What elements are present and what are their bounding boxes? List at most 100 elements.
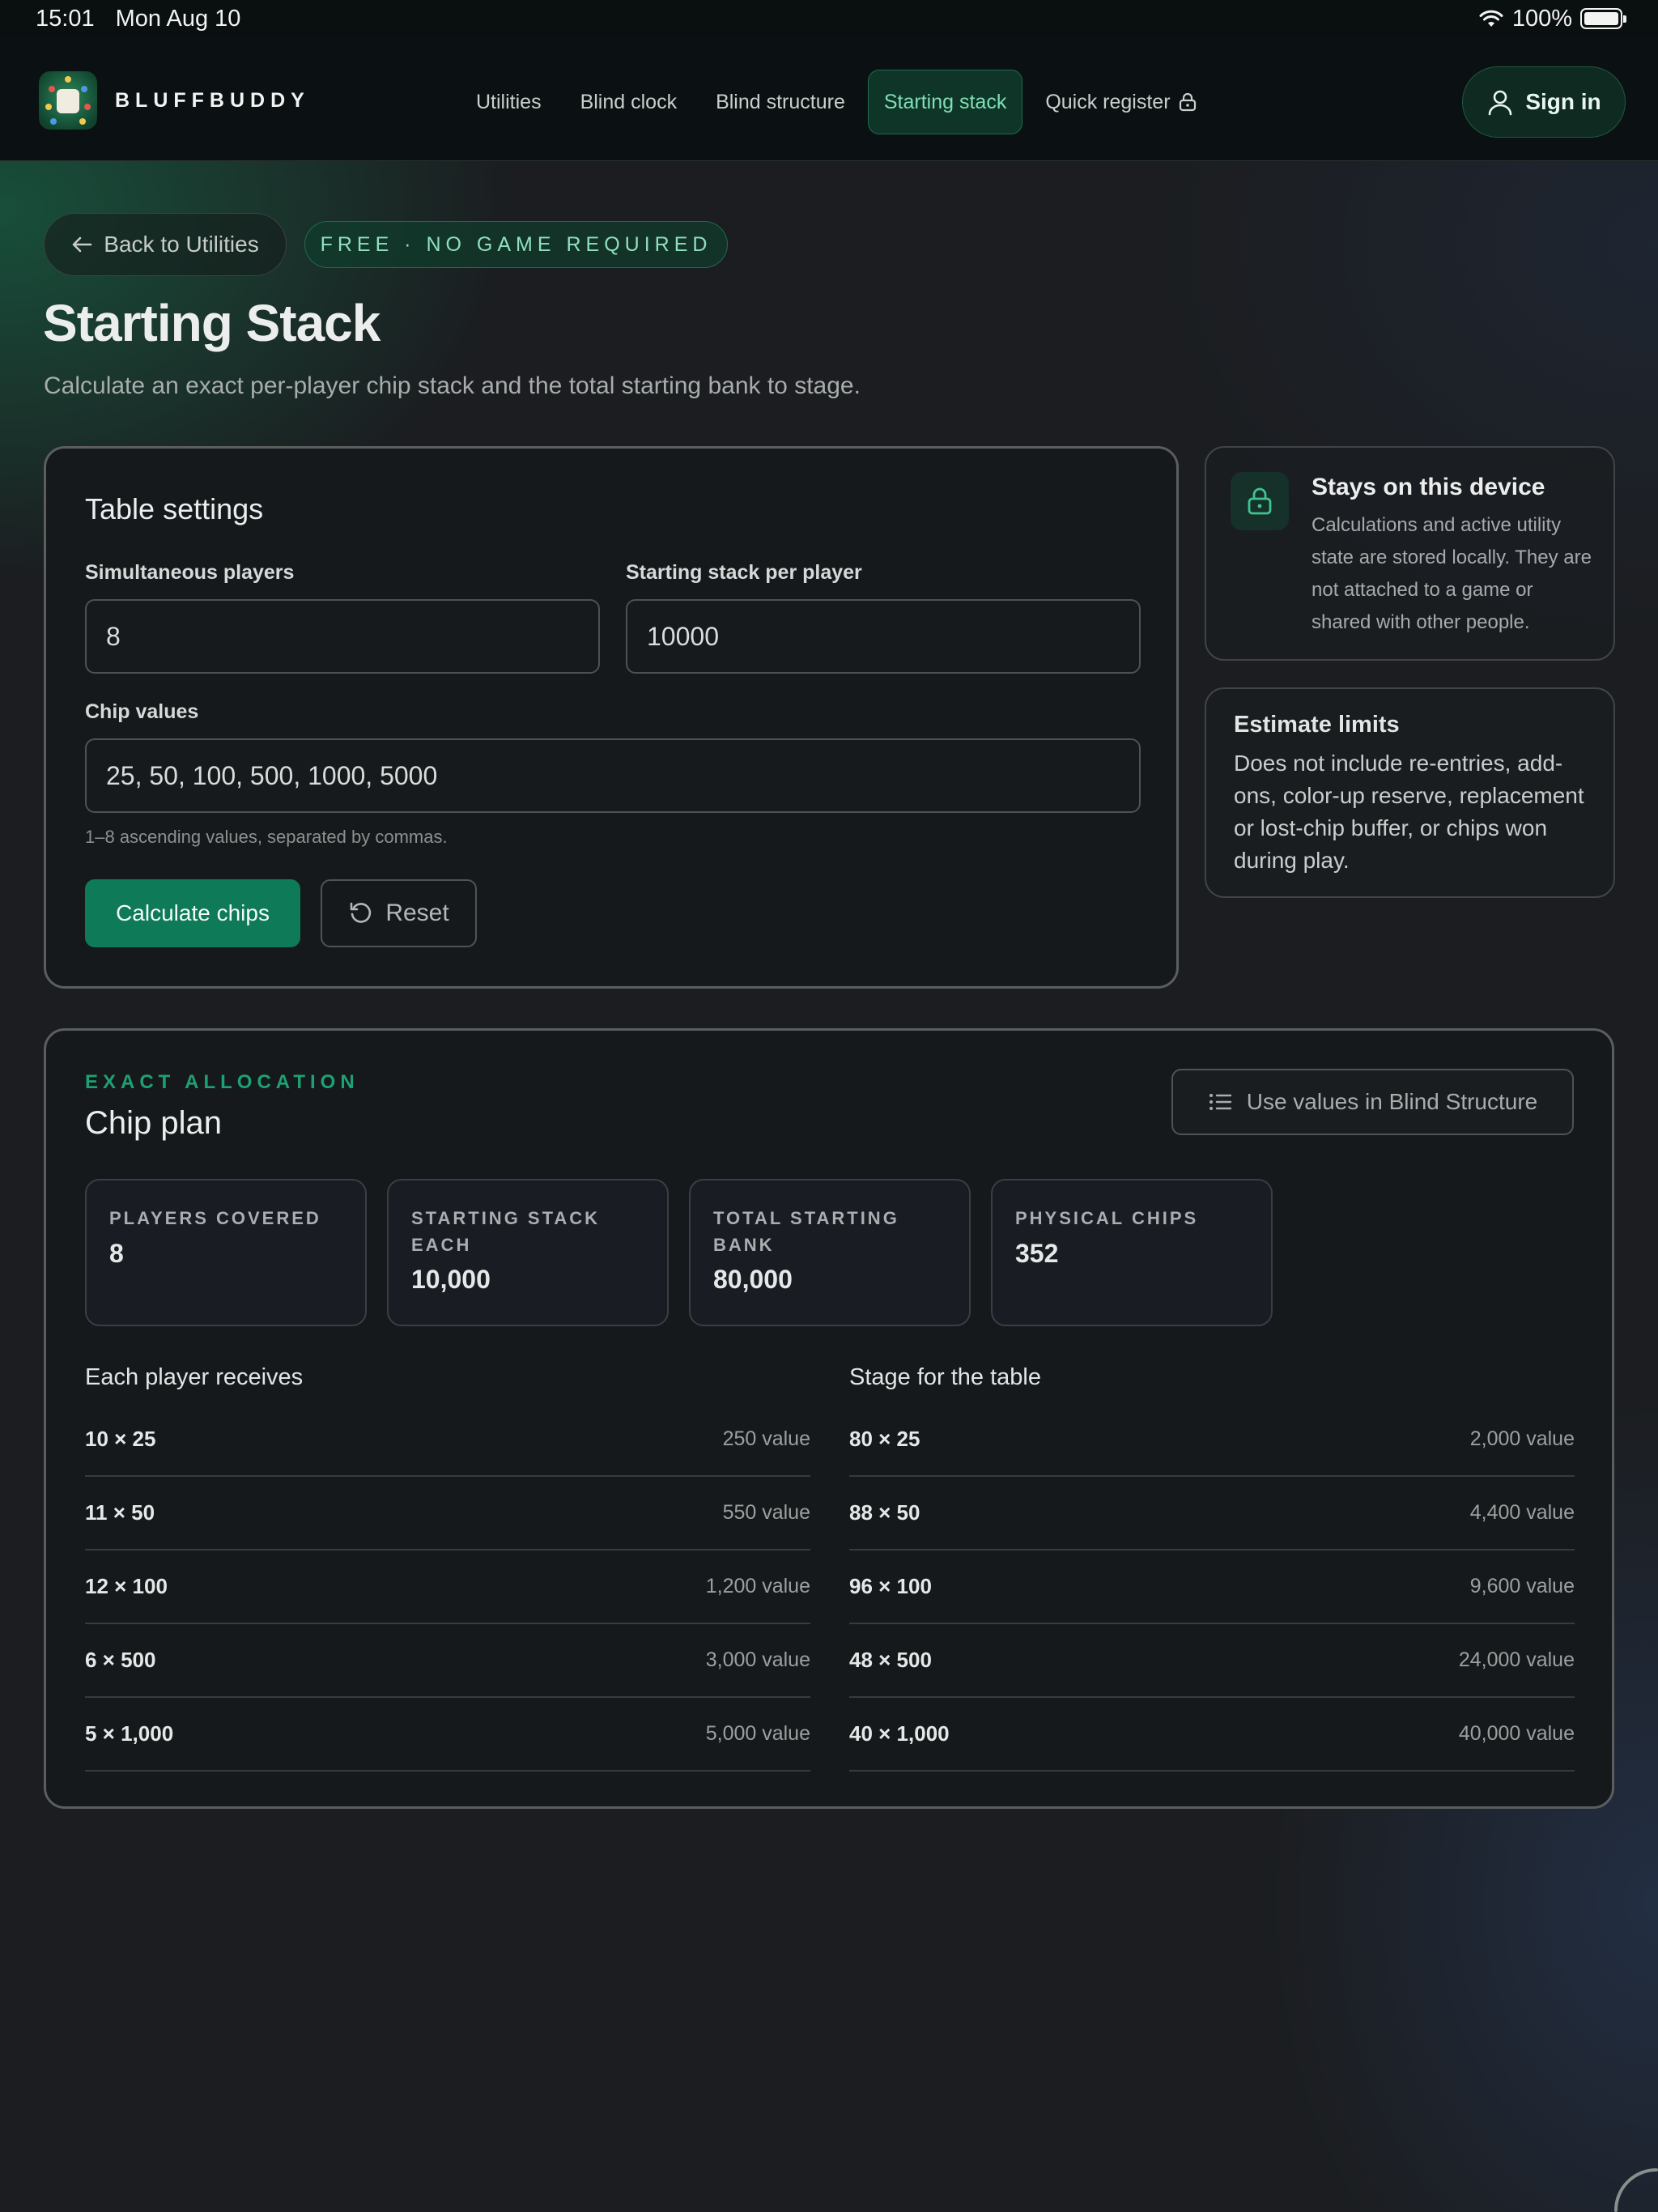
wifi-icon: [1479, 10, 1503, 27]
stack-input[interactable]: 10000: [626, 599, 1141, 674]
status-bar: 15:01 Mon Aug 10 100%: [0, 0, 1658, 37]
row-value: 250 value: [722, 1427, 810, 1450]
stack-label: Starting stack per player: [626, 561, 862, 584]
chip-values-hint: 1–8 ascending values, separated by comma…: [85, 827, 448, 847]
stack-value: 10000: [647, 621, 719, 651]
brand-name: BLUFFBUDDY: [115, 88, 310, 112]
brand-home-link[interactable]: BLUFFBUDDY: [39, 71, 310, 130]
row-value: 2,000 value: [1469, 1427, 1575, 1450]
plan-kicker: EXACT ALLOCATION: [85, 1071, 359, 1093]
page-subtitle: Calculate an exact per-player chip stack…: [44, 372, 861, 399]
stat-players-covered: PLAYERS COVERED 8: [85, 1179, 367, 1326]
per-player-row: 6 × 500 3,000 value: [85, 1624, 810, 1698]
row-quantity: 11 × 50: [85, 1500, 155, 1525]
nav-link-quick-register[interactable]: Quick register: [1029, 70, 1212, 134]
stat-value: 80,000: [713, 1265, 793, 1294]
calculate-label: Calculate chips: [116, 900, 270, 925]
chip-values-label: Chip values: [85, 700, 199, 723]
corner-resize-indicator: [1614, 2168, 1658, 2212]
page-title: Starting Stack: [43, 294, 380, 352]
stat-starting-stack-each: STARTING STACK EACH 10,000: [387, 1179, 669, 1326]
row-quantity: 6 × 500: [85, 1648, 156, 1672]
status-date: Mon Aug 10: [115, 5, 241, 32]
table-settings-panel: Table settings Simultaneous players 8 St…: [44, 446, 1179, 989]
table-stage-row: 88 × 50 4,400 value: [849, 1477, 1575, 1551]
chip-plan-panel: EXACT ALLOCATION Chip plan Use values in…: [44, 1028, 1614, 1809]
device-card-text: Calculations and active utility state ar…: [1312, 514, 1592, 633]
nav-link-label: Starting stack: [883, 90, 1007, 113]
chip-values-value: 25, 50, 100, 500, 1000, 5000: [106, 760, 438, 790]
per-player-row: 5 × 1,000 5,000 value: [85, 1698, 810, 1772]
calculate-chips-button[interactable]: Calculate chips: [85, 879, 300, 947]
nav-link-utilities[interactable]: Utilities: [460, 70, 558, 134]
players-label: Simultaneous players: [85, 561, 295, 584]
reset-label: Reset: [385, 900, 449, 926]
row-value: 4,400 value: [1469, 1501, 1575, 1524]
stat-total-starting-bank: TOTAL STARTING BANK 80,000: [689, 1179, 971, 1326]
stat-value: 352: [1015, 1239, 1059, 1268]
row-quantity: 96 × 100: [849, 1574, 932, 1598]
limits-card-text: Does not include re-entries, add-ons, co…: [1234, 751, 1584, 873]
stat-label: PHYSICAL CHIPS: [1015, 1208, 1199, 1228]
sign-in-button[interactable]: Sign in: [1462, 66, 1626, 138]
table-stage-row: 96 × 100 9,600 value: [849, 1551, 1575, 1624]
row-quantity: 40 × 1,000: [849, 1721, 950, 1746]
reset-icon: [351, 902, 372, 923]
row-quantity: 5 × 1,000: [85, 1721, 174, 1746]
top-navigation: BLUFFBUDDY Utilities Blind clock Blind s…: [0, 37, 1658, 161]
row-quantity: 80 × 25: [849, 1427, 920, 1451]
reset-button[interactable]: Reset: [321, 879, 477, 947]
device-card-title: Stays on this device: [1312, 474, 1545, 500]
row-quantity: 88 × 50: [849, 1500, 920, 1525]
nav-link-blind-structure[interactable]: Blind structure: [699, 70, 861, 134]
arrow-left-icon: [72, 236, 92, 253]
stat-label: PLAYERS COVERED: [109, 1208, 321, 1228]
stat-label: TOTAL STARTING BANK: [713, 1208, 899, 1255]
battery-icon: [1580, 8, 1626, 29]
table-stage-row: 48 × 500 24,000 value: [849, 1624, 1575, 1698]
row-value: 3,000 value: [705, 1648, 810, 1671]
table-stage-row: 40 × 1,000 40,000 value: [849, 1698, 1575, 1772]
chip-values-input[interactable]: 25, 50, 100, 500, 1000, 5000: [85, 738, 1141, 813]
per-player-row: 10 × 25 250 value: [85, 1403, 810, 1477]
brand-logo-icon: [39, 71, 97, 130]
nav-link-label: Quick register: [1045, 90, 1171, 113]
table-stage-row: 80 × 25 2,000 value: [849, 1403, 1575, 1477]
use-values-in-blind-structure-button[interactable]: Use values in Blind Structure: [1171, 1069, 1574, 1135]
row-value: 24,000 value: [1458, 1648, 1575, 1671]
limits-card-title: Estimate limits: [1234, 712, 1400, 738]
per-player-heading: Each player receives: [85, 1364, 304, 1390]
per-player-row: 11 × 50 550 value: [85, 1477, 810, 1551]
row-value: 5,000 value: [705, 1722, 810, 1745]
row-value: 9,600 value: [1469, 1575, 1575, 1597]
battery-percent: 100%: [1511, 5, 1572, 32]
row-value: 550 value: [722, 1501, 810, 1524]
stat-physical-chips: PHYSICAL CHIPS 352: [991, 1179, 1273, 1326]
estimate-limits-card: Estimate limits Does not include re-entr…: [1205, 687, 1615, 898]
sign-in-label: Sign in: [1525, 89, 1601, 114]
nav-link-blind-clock[interactable]: Blind clock: [564, 70, 694, 134]
back-label: Back to Utilities: [104, 232, 259, 257]
row-value: 40,000 value: [1458, 1722, 1575, 1745]
table-stage-heading: Stage for the table: [849, 1364, 1041, 1390]
user-icon: [1489, 90, 1512, 116]
free-badge: FREE · NO GAME REQUIRED: [304, 221, 728, 268]
row-quantity: 48 × 500: [849, 1648, 932, 1672]
lock-icon: [1231, 472, 1289, 530]
players-input[interactable]: 8: [85, 599, 600, 674]
per-player-row: 12 × 100 1,200 value: [85, 1551, 810, 1624]
players-value: 8: [106, 621, 121, 651]
nav-link-label: Blind structure: [716, 90, 845, 113]
nav-links: Utilities Blind clock Blind structure St…: [460, 70, 1213, 134]
status-time: 15:01: [36, 5, 95, 32]
use-values-label: Use values in Blind Structure: [1246, 1089, 1538, 1114]
stat-label: STARTING STACK EACH: [411, 1208, 601, 1255]
table-settings-title: Table settings: [85, 492, 264, 525]
nav-link-label: Blind clock: [580, 90, 678, 113]
device-storage-card: Stays on this device Calculations and ac…: [1205, 446, 1615, 661]
nav-link-label: Utilities: [476, 90, 542, 113]
nav-link-starting-stack[interactable]: Starting stack: [867, 70, 1023, 134]
back-to-utilities-button[interactable]: Back to Utilities: [44, 213, 287, 276]
stat-value: 10,000: [411, 1265, 491, 1294]
row-value: 1,200 value: [705, 1575, 810, 1597]
